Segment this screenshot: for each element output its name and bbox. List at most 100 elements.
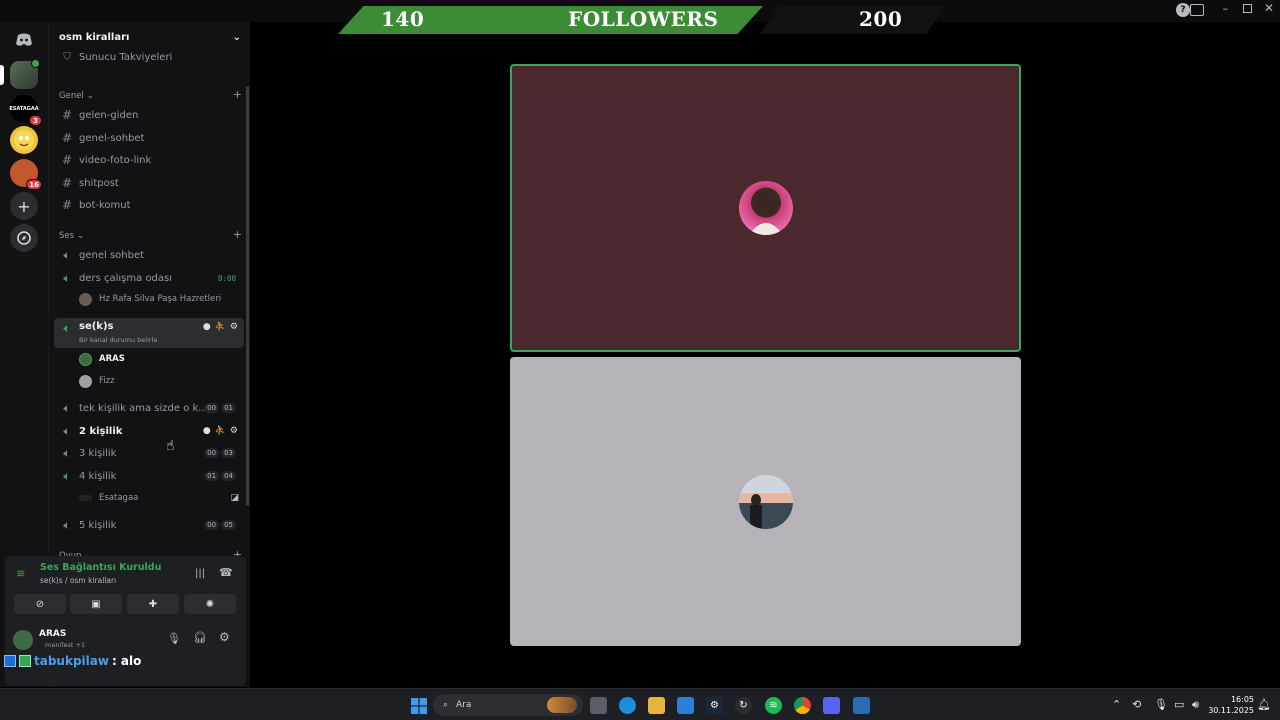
voice-channel-5-kisilik[interactable]: 🔈︎ 5 kişilik 00 05 <box>54 515 244 535</box>
discover-icon[interactable] <box>10 224 38 252</box>
channel-genel-sohbet[interactable]: # genel-sohbet <box>54 128 244 148</box>
speaker-active-icon: 🔈︎ <box>63 270 71 285</box>
avatar <box>79 374 92 388</box>
add-server-icon[interactable]: + <box>10 192 38 220</box>
tray-volume-icon[interactable]: 🔊︎ <box>1192 698 1199 712</box>
voice-channel-tek[interactable]: 🔈︎ tek kişilik ama sizde o k... 00 01 <box>54 398 244 418</box>
server-name: osm kiralları <box>59 31 130 43</box>
inbox-icon[interactable] <box>1190 4 1204 16</box>
activities-icon: ✚ <box>148 598 158 610</box>
notification-bell-icon[interactable]: 🔔︎ <box>1257 698 1271 711</box>
disconnect-icon[interactable]: ☎ <box>219 566 233 579</box>
avatar <box>738 474 793 529</box>
voice-channel-3-kisilik[interactable]: 🔈︎ 3 kişilik 00 03 <box>54 443 244 463</box>
voice-channel-2-kisilik[interactable]: 🔈︎ 2 kişilik ● ⛹ ⚙ <box>54 421 244 441</box>
tray-chevron-icon[interactable]: ⌃ <box>1112 698 1121 711</box>
video-tile[interactable] <box>510 357 1021 646</box>
store-icon[interactable] <box>677 697 694 714</box>
channel-bot-komut[interactable]: # bot-komut <box>54 195 244 215</box>
add-member-icon[interactable]: ⛹ <box>215 322 226 332</box>
chat-overlay: tabukpilaw : alo <box>4 654 141 668</box>
speaker-icon: 🔈︎ <box>63 517 71 532</box>
my-activity: manifest +1 <box>45 641 86 649</box>
soundboard-icon: ✺ <box>205 598 215 610</box>
minimize-icon[interactable]: – <box>1223 2 1229 15</box>
voice-channel-path[interactable]: se(k)s / osm kiralları <box>40 576 116 585</box>
server-osm-kiralari[interactable] <box>0 59 40 89</box>
taskbar-search[interactable]: ⌕ Ara <box>433 694 583 716</box>
clock[interactable]: 16:05 30.11.2025 <box>1208 694 1254 716</box>
spotify-icon[interactable]: ≋ <box>765 697 782 714</box>
category-genel[interactable]: Genel ⌄ <box>59 91 94 101</box>
channel-video-foto-link[interactable]: # video-foto-link <box>54 150 244 170</box>
tray-mic-icon[interactable]: 🎙︎ <box>1154 698 1168 711</box>
voice-user[interactable]: Hz Rafa Silva Paşa Hazretleri <box>79 290 221 308</box>
server-cartoon[interactable] <box>10 126 38 154</box>
chevron-down-icon: ⌄ <box>86 91 94 101</box>
followers-goal: 200 <box>859 7 903 31</box>
category-ses[interactable]: Ses ⌄ <box>59 231 84 241</box>
clock-date: 30.11.2025 <box>1208 706 1254 715</box>
headphones-icon[interactable]: 🎧︎ <box>193 631 207 644</box>
screen-share-button[interactable]: ▣ <box>70 594 122 614</box>
channel-status[interactable]: Bir kanal durumu belirle <box>79 336 157 344</box>
help-icon[interactable]: ? <box>1176 3 1190 17</box>
hash-icon: # <box>61 131 73 145</box>
active-server-pill <box>0 65 4 85</box>
hash-icon: # <box>61 108 73 122</box>
followers-goal-remainder <box>760 6 945 34</box>
voice-user[interactable]: Esatagaa ◪ <box>79 489 239 507</box>
taskbar: ⌕ Ara ⚙ ↻ ≋ ⌃ ⟲ 🎙︎ ▭ 🔊︎ 16:05 30.11.2025… <box>0 688 1280 720</box>
channel-shitpost[interactable]: # shitpost <box>54 173 244 193</box>
voice-user[interactable]: ARAS <box>79 350 125 368</box>
voice-indicator-icon <box>31 59 40 68</box>
microphone-icon[interactable]: 🎙︎ <box>167 632 181 645</box>
voice-channel-ders[interactable]: 🔈︎ ders çalışma odası 0:00 <box>54 268 244 288</box>
voice-status[interactable]: Ses Bağlantısı Kuruldu <box>40 562 161 573</box>
my-username: ARAS <box>39 629 67 639</box>
gear-icon[interactable]: ⚙ <box>230 322 238 332</box>
close-icon[interactable]: ✕ <box>1264 1 1274 15</box>
edge-icon[interactable] <box>619 697 636 714</box>
shield-icon: ⛉ <box>63 51 71 63</box>
sidebar-scrollbar[interactable] <box>246 86 249 506</box>
avatar <box>738 181 793 235</box>
gear-icon[interactable]: ⚙ <box>230 426 238 436</box>
voice-user[interactable]: Fizz <box>79 372 115 390</box>
voice-channel-4-kisilik[interactable]: 🔈︎ 4 kişilik 01 04 <box>54 466 244 486</box>
speaker-active-icon: 🔈︎ <box>63 321 71 335</box>
soundboard-button[interactable]: ✺ <box>184 594 236 614</box>
gear-icon[interactable]: ⚙ <box>219 630 230 644</box>
noise-suppression-icon[interactable]: ||| <box>195 568 205 579</box>
speaker-icon: 🔈︎ <box>63 445 71 460</box>
file-explorer-icon[interactable] <box>648 697 665 714</box>
video-tile-speaking[interactable] <box>510 64 1021 352</box>
channel-gelen-giden[interactable]: # gelen-giden <box>54 105 244 125</box>
user-limit: 00 05 <box>204 520 236 530</box>
voice-channel-genel-sohbet[interactable]: 🔈︎ genel sohbet <box>54 245 244 265</box>
task-view-icon[interactable] <box>590 697 607 714</box>
unread-badge: 3 <box>29 115 42 126</box>
server-orange[interactable]: 16 <box>10 159 42 190</box>
discord-home-icon[interactable] <box>10 26 38 54</box>
add-channel-icon[interactable]: + <box>233 228 242 241</box>
windows-start-icon[interactable] <box>410 697 427 714</box>
steam-icon[interactable]: ⚙ <box>706 697 723 714</box>
server-esatagaa[interactable]: ESATAGAA 3 <box>9 95 42 126</box>
activities-button[interactable]: ✚ <box>127 594 179 614</box>
network-tool-icon[interactable] <box>853 697 870 714</box>
server-boosts[interactable]: ⛉ Sunucu Takviyeleri <box>54 48 244 66</box>
chat-bubble-icon[interactable]: ● <box>203 426 211 436</box>
camera-off-button[interactable]: ⊘ <box>14 594 66 614</box>
discord-taskbar-icon[interactable] <box>823 697 840 714</box>
chat-message: : alo <box>111 654 142 668</box>
maximize-icon[interactable] <box>1243 4 1252 13</box>
add-channel-icon[interactable]: + <box>233 88 242 101</box>
tray-sync-icon[interactable]: ⟲ <box>1132 698 1141 711</box>
chat-bubble-icon[interactable]: ● <box>203 322 211 332</box>
chrome-icon[interactable] <box>794 697 811 714</box>
sync-app-icon[interactable]: ↻ <box>735 697 752 714</box>
avatar <box>79 352 92 366</box>
add-member-icon[interactable]: ⛹ <box>215 426 226 436</box>
tray-network-icon[interactable]: ▭ <box>1174 698 1184 711</box>
